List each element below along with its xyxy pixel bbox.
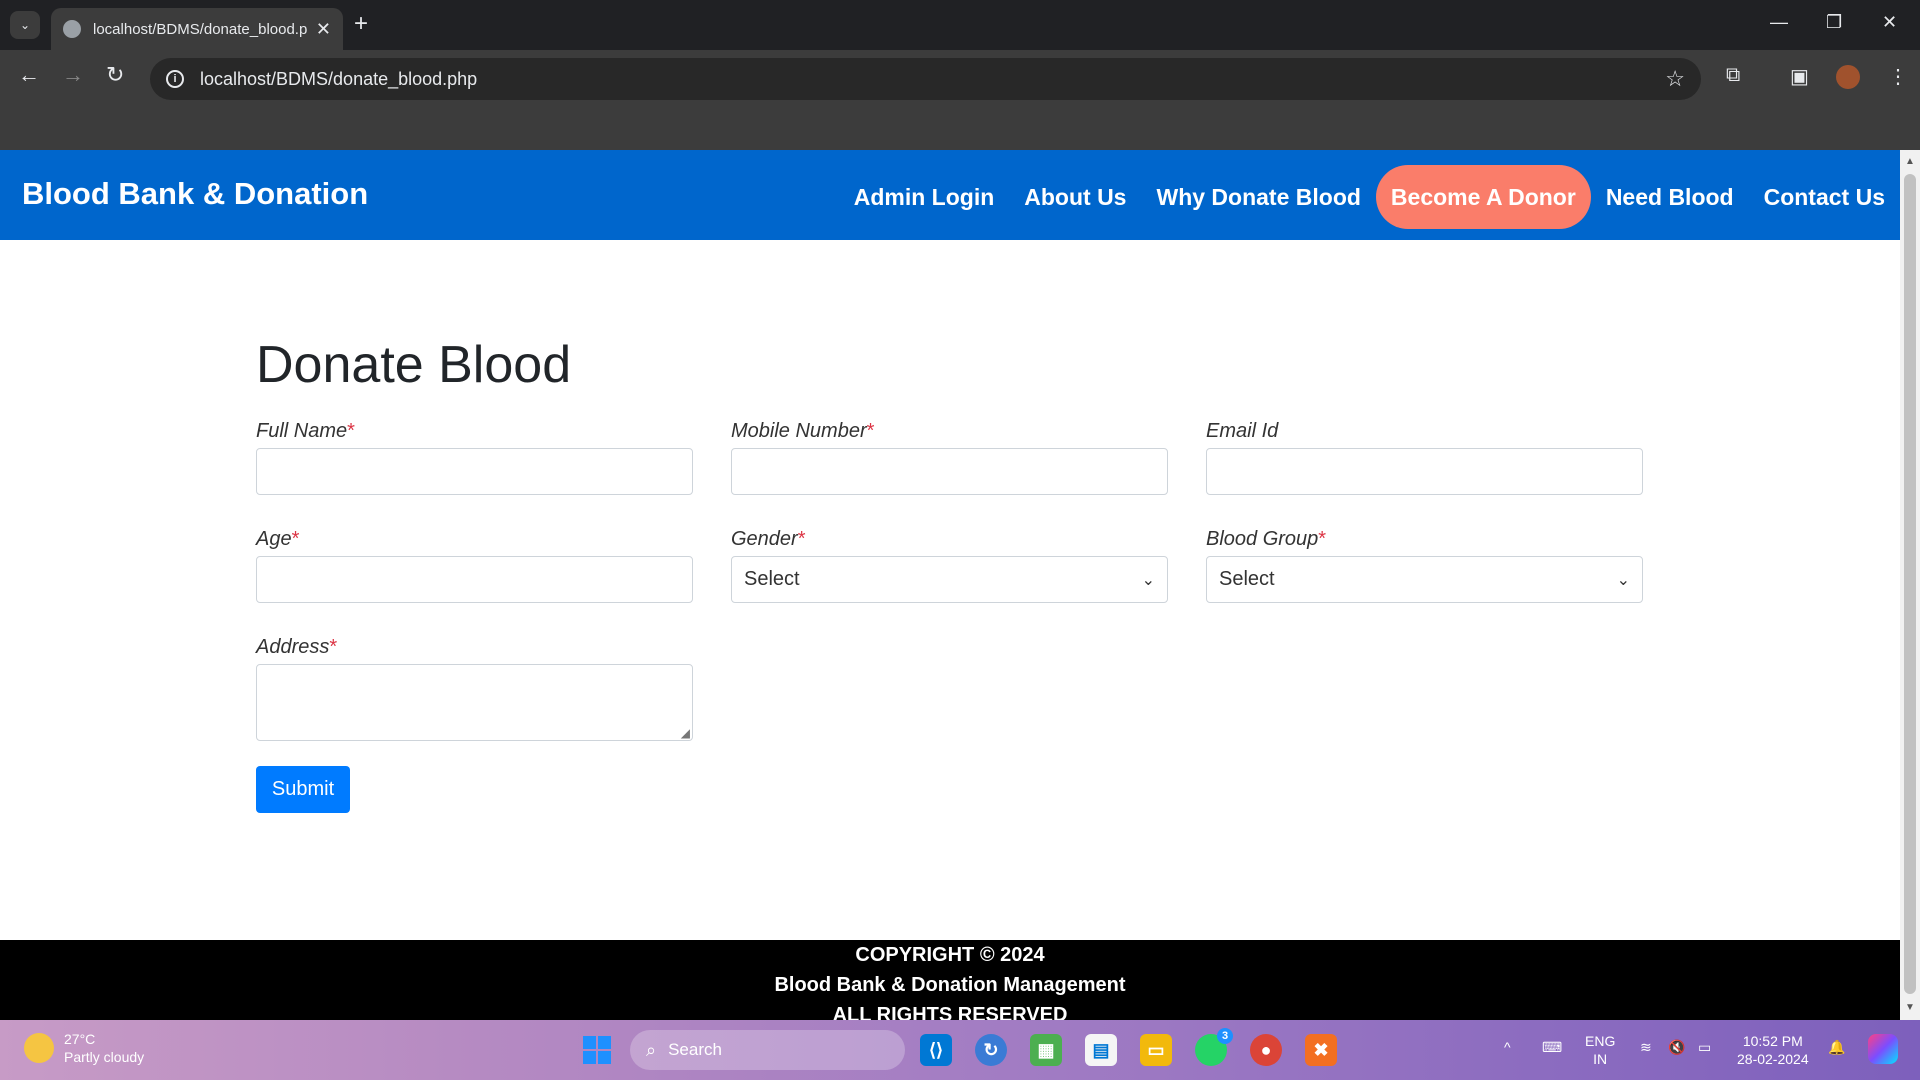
chrome-icon[interactable]: ● <box>1250 1034 1282 1066</box>
taskbar-search-label: Search <box>668 1040 722 1059</box>
browser-infobar <box>0 108 1920 150</box>
footer-copyright: COPYRIGHT © 2024 <box>855 944 1045 966</box>
gender-select[interactable]: Select ⌄ <box>731 556 1168 603</box>
blood-group-select[interactable]: Select ⌄ <box>1206 556 1643 603</box>
xampp-icon[interactable]: ✖ <box>1305 1034 1337 1066</box>
full-name-input[interactable] <box>256 448 693 495</box>
address-textarea[interactable]: ◢ <box>256 664 693 741</box>
globe-icon <box>63 20 81 38</box>
forward-icon[interactable]: → <box>62 64 84 86</box>
mobile-input[interactable] <box>731 448 1168 495</box>
age-field: Age* <box>256 528 693 603</box>
scroll-down-icon[interactable]: ▼ <box>1905 1002 1915 1013</box>
nav-admin-login[interactable]: Admin Login <box>839 165 1010 229</box>
site-brand[interactable]: Blood Bank & Donation <box>22 176 368 212</box>
side-panel-icon[interactable]: ▣ <box>1790 64 1809 89</box>
page-scrollbar[interactable]: ▲ ▼ <box>1900 150 1920 1020</box>
taskbar-search[interactable]: ⌕ Search <box>630 1030 905 1070</box>
address-field: Address* ◢ <box>256 636 693 741</box>
nav-why-donate[interactable]: Why Donate Blood <box>1141 165 1375 229</box>
site-navbar: Blood Bank & Donation Admin Login About … <box>0 150 1900 240</box>
vscode-icon[interactable]: ⟨⟩ <box>920 1034 952 1066</box>
show-hidden-icons[interactable]: ^ <box>1504 1038 1511 1056</box>
gender-field: Gender* Select ⌄ <box>731 528 1168 603</box>
age-input[interactable] <box>256 556 693 603</box>
restore-icon[interactable]: ❐ <box>1826 12 1842 33</box>
start-icon[interactable] <box>583 1036 611 1064</box>
page-title: Donate Blood <box>256 336 572 394</box>
taskbar: 27°C Partly cloudy ⌕ Search ⟨⟩ ↻ ▦ ▤ ▭ 3… <box>0 1020 1920 1080</box>
nav-about-us[interactable]: About Us <box>1009 165 1141 229</box>
profile-avatar[interactable] <box>1836 65 1860 89</box>
gender-label: Gender* <box>731 528 806 550</box>
gender-select-value: Select <box>744 568 800 590</box>
blood-group-label: Blood Group* <box>1206 528 1327 550</box>
whatsapp-badge: 3 <box>1217 1028 1233 1044</box>
file-explorer-icon[interactable]: ▭ <box>1140 1034 1172 1066</box>
nav-contact-us[interactable]: Contact Us <box>1749 165 1900 229</box>
nav-need-blood[interactable]: Need Blood <box>1591 165 1749 229</box>
browser-tabstrip: ⌄ localhost/BDMS/donate_blood.php ✕ + — … <box>0 0 1920 50</box>
sync-app-icon[interactable]: ↻ <box>975 1034 1007 1066</box>
full-name-label: Full Name* <box>256 420 355 442</box>
blood-group-select-value: Select <box>1219 568 1275 590</box>
nav-links: Admin Login About Us Why Donate Blood Be… <box>839 165 1900 229</box>
battery-icon[interactable]: ▭ <box>1698 1038 1711 1056</box>
menu-icon[interactable]: ⋮ <box>1888 64 1908 89</box>
bookmark-star-icon[interactable]: ☆ <box>1665 66 1685 92</box>
chevron-down-icon: ⌄ <box>1616 571 1630 589</box>
tab-title: localhost/BDMS/donate_blood.php <box>93 20 308 38</box>
reload-icon[interactable]: ↻ <box>106 64 124 86</box>
mobile-field: Mobile Number* <box>731 420 1168 495</box>
scroll-thumb[interactable] <box>1904 174 1916 994</box>
wifi-icon[interactable]: ≋ <box>1640 1038 1652 1056</box>
resize-grip-icon[interactable]: ◢ <box>681 726 690 740</box>
keyboard-icon[interactable]: ⌨ <box>1542 1038 1562 1056</box>
nav-become-donor[interactable]: Become A Donor <box>1375 165 1591 229</box>
tab-search-icon[interactable]: ⌄ <box>10 11 40 39</box>
back-icon[interactable]: ← <box>18 64 40 86</box>
site-info-icon[interactable]: i <box>166 70 184 88</box>
email-label: Email Id <box>1206 420 1279 442</box>
email-input[interactable] <box>1206 448 1643 495</box>
store-icon[interactable]: ▤ <box>1085 1034 1117 1066</box>
url-text: localhost/BDMS/donate_blood.php <box>200 68 478 89</box>
browser-toolbar: ← → ↻ i localhost/BDMS/donate_blood.php … <box>0 50 1920 108</box>
address-bar[interactable]: i localhost/BDMS/donate_blood.php ☆ <box>150 58 1701 100</box>
new-tab-icon[interactable]: + <box>354 12 368 36</box>
browser-tab[interactable]: localhost/BDMS/donate_blood.php ✕ <box>51 8 343 50</box>
weather-desc: Partly cloudy <box>64 1049 145 1065</box>
whatsapp-icon[interactable]: 3 <box>1195 1028 1233 1066</box>
blood-group-field: Blood Group* Select ⌄ <box>1206 528 1643 603</box>
language-indicator[interactable]: ENG IN <box>1585 1032 1615 1068</box>
extensions-icon[interactable]: ⧉ <box>1726 64 1740 87</box>
clock[interactable]: 10:52 PM 28-02-2024 <box>1737 1032 1809 1068</box>
chevron-down-icon: ⌄ <box>1141 571 1155 589</box>
weather-icon <box>24 1033 54 1063</box>
address-label: Address* <box>256 636 338 658</box>
volume-muted-icon[interactable]: 🔇 <box>1668 1038 1685 1056</box>
site-footer: COPYRIGHT © 2024 Blood Bank & Donation M… <box>0 940 1900 1020</box>
widgets-app-icon[interactable]: ▦ <box>1030 1034 1062 1066</box>
copilot-icon[interactable] <box>1868 1034 1898 1064</box>
email-field: Email Id <box>1206 420 1643 495</box>
age-label: Age* <box>256 528 300 550</box>
minimize-icon[interactable]: — <box>1770 12 1788 33</box>
mobile-label: Mobile Number* <box>731 420 875 442</box>
footer-site-name: Blood Bank & Donation Management <box>774 974 1126 996</box>
submit-button[interactable]: Submit <box>256 766 350 813</box>
weather-temp: 27°C <box>64 1031 96 1047</box>
notification-bell-icon[interactable]: 🔔 <box>1828 1038 1845 1056</box>
search-icon: ⌕ <box>646 1039 657 1060</box>
full-name-field: Full Name* <box>256 420 693 495</box>
footer-rights: ALL RIGHTS RESERVED <box>832 1004 1068 1020</box>
close-window-icon[interactable]: ✕ <box>1882 12 1897 33</box>
weather-widget[interactable]: 27°C Partly cloudy <box>24 1030 144 1066</box>
web-page: Blood Bank & Donation Admin Login About … <box>0 150 1900 1020</box>
scroll-up-icon[interactable]: ▲ <box>1905 156 1915 167</box>
close-tab-icon[interactable]: ✕ <box>316 19 331 40</box>
